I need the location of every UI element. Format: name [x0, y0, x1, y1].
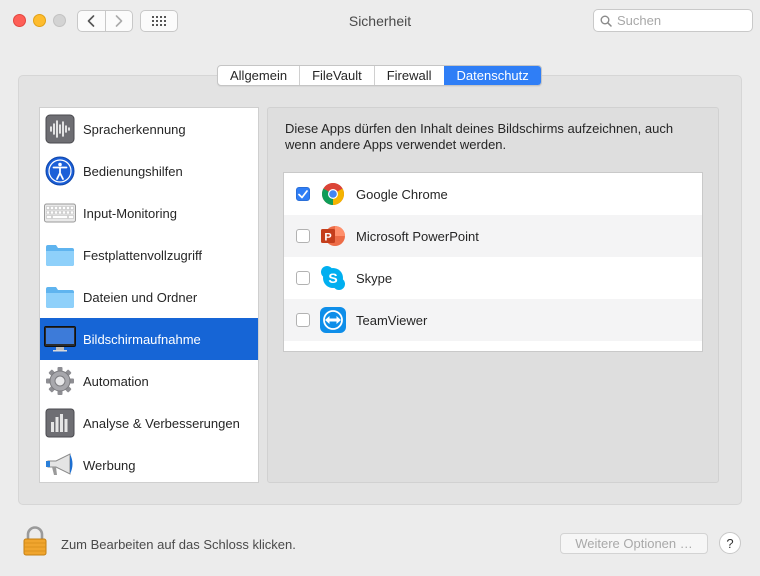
sidebar-item-label: Dateien und Ordner: [83, 289, 198, 305]
panel-description: Diese Apps dürfen den Inhalt deines Bild…: [285, 121, 705, 153]
sidebar-item-label: Festplattenvollzugriff: [83, 247, 202, 263]
sidebar-item-festplattenvollzugriff[interactable]: Festplattenvollzugriff: [40, 234, 258, 276]
app-checkbox[interactable]: [296, 313, 310, 327]
checkmark-icon: [298, 189, 308, 198]
tab-allgemein[interactable]: Allgemein: [218, 66, 299, 85]
bar-chart-icon: [44, 407, 76, 439]
more-options-button[interactable]: Weitere Optionen …: [560, 533, 708, 554]
sidebar-item-input-monitoring[interactable]: Input-Monitoring: [40, 192, 258, 234]
privacy-category-list[interactable]: Spracherkennung Bedienungshilfen Input-M…: [39, 107, 259, 483]
sidebar-item-dateien-und-ordner[interactable]: Dateien und Ordner: [40, 276, 258, 318]
powerpoint-icon: P: [320, 223, 346, 249]
sidebar-item-label: Spracherkennung: [83, 121, 186, 137]
search-icon: [600, 15, 612, 27]
app-list[interactable]: Google Chrome P Microsoft PowerPoint S S…: [283, 172, 703, 352]
sidebar-item-bedienungshilfen[interactable]: Bedienungshilfen: [40, 150, 258, 192]
app-icon-partial: [320, 349, 346, 351]
app-checkbox[interactable]: [296, 229, 310, 243]
sidebar-item-label: Bildschirmaufnahme: [83, 331, 201, 347]
tab-datenschutz[interactable]: Datenschutz: [443, 66, 541, 85]
lock-button[interactable]: [22, 526, 48, 556]
folder-icon: [44, 281, 76, 313]
sidebar-item-werbung[interactable]: Werbung: [40, 444, 258, 486]
app-name: Skype: [356, 270, 393, 286]
tab-firewall[interactable]: Firewall: [373, 66, 444, 85]
app-row-google-chrome[interactable]: Google Chrome: [284, 173, 702, 215]
app-name: Google Chrome: [356, 186, 448, 202]
description-line: Diese Apps dürfen den Inhalt deines Bild…: [285, 121, 674, 136]
folder-icon: [44, 239, 76, 271]
app-row-teamviewer[interactable]: TeamViewer: [284, 299, 702, 341]
sidebar-item-label: Werbung: [83, 457, 136, 473]
keyboard-icon: [44, 197, 76, 229]
help-button[interactable]: ?: [719, 532, 741, 554]
tab-filevault[interactable]: FileVault: [299, 66, 374, 85]
app-name: TeamViewer: [356, 312, 428, 328]
app-checkbox[interactable]: [296, 187, 310, 201]
sidebar-item-spracherkennung[interactable]: Spracherkennung: [40, 108, 258, 150]
svg-text:P: P: [324, 232, 331, 244]
waveform-icon: [44, 113, 76, 145]
sidebar-item-label: Input-Monitoring: [83, 205, 177, 221]
lock-hint-text: Zum Bearbeiten auf das Schloss klicken.: [61, 537, 296, 552]
tab-bar: Allgemein FileVault Firewall Datenschutz: [217, 65, 542, 86]
app-row-skype[interactable]: S Skype: [284, 257, 702, 299]
chrome-icon: [320, 181, 346, 207]
sidebar-item-label: Automation: [83, 373, 149, 389]
sidebar-item-analyse[interactable]: Analyse & Verbesserungen: [40, 402, 258, 444]
description-line: wenn andere Apps verwendet werden.: [285, 137, 507, 152]
app-row-partial[interactable]: [284, 341, 702, 351]
display-icon: [44, 323, 76, 355]
app-name: Microsoft PowerPoint: [356, 228, 479, 244]
sidebar-item-label: Bedienungshilfen: [83, 163, 183, 179]
sidebar-item-automation[interactable]: Automation: [40, 360, 258, 402]
accessibility-icon: [44, 155, 76, 187]
sidebar-item-bildschirmaufnahme[interactable]: Bildschirmaufnahme: [40, 318, 258, 360]
megaphone-icon: [44, 449, 76, 481]
search-input[interactable]: [617, 13, 747, 28]
lock-icon: [23, 526, 47, 556]
svg-text:S: S: [328, 270, 337, 286]
teamviewer-icon: [320, 307, 346, 333]
skype-icon: S: [320, 265, 346, 291]
app-row-microsoft-powerpoint[interactable]: P Microsoft PowerPoint: [284, 215, 702, 257]
gear-icon: [44, 365, 76, 397]
search-field[interactable]: [593, 9, 753, 32]
app-checkbox[interactable]: [296, 271, 310, 285]
titlebar: Sicherheit: [0, 0, 760, 42]
sidebar-item-label: Analyse & Verbesserungen: [83, 415, 240, 431]
